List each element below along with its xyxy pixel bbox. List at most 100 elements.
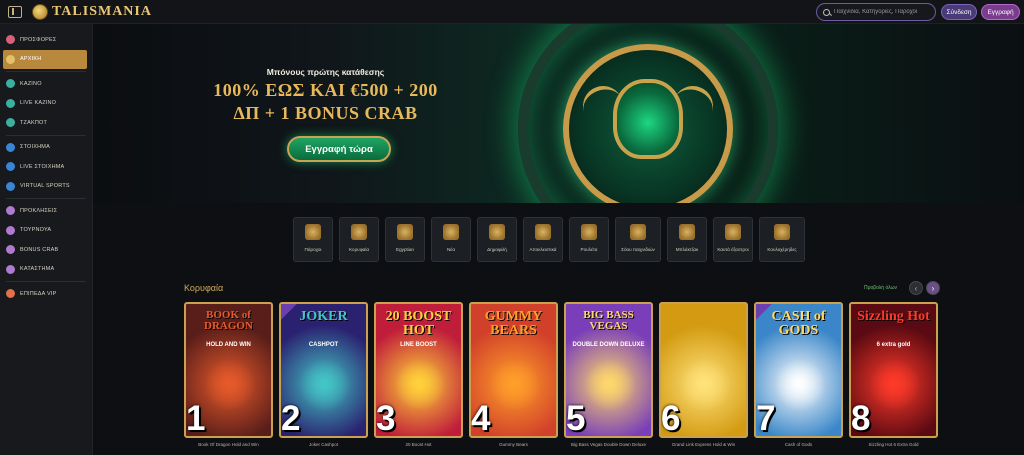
game-title[interactable]: Gummy Bears bbox=[469, 442, 558, 447]
game-title[interactable]: Cash of Gods bbox=[754, 442, 843, 447]
game-title[interactable]: Joker Cashpot bbox=[279, 442, 368, 447]
category-label: Δημοφιλή bbox=[487, 247, 507, 252]
game-title[interactable]: Sizzling Hot 6 Extra Gold bbox=[849, 442, 938, 447]
sidebar-item-label: ΕΠΙΠΕΔΑ VIP bbox=[20, 290, 57, 297]
sports-icon bbox=[6, 142, 15, 152]
rank-number: 8 bbox=[851, 399, 871, 438]
blackjack-icon bbox=[679, 224, 695, 240]
hero-title-line-2: ΔΠ + 1 BONUS CRAB bbox=[233, 103, 418, 123]
game-title[interactable]: Grand Link Express Hold & Win bbox=[659, 442, 748, 447]
sidebar-item[interactable]: ΠΡΟΚΛΗΣΕΙΣ bbox=[0, 201, 92, 221]
game-art-character bbox=[869, 359, 921, 411]
logo[interactable]: TALISMANIA bbox=[32, 3, 152, 20]
sidebar-item[interactable]: ΕΠΙΠΕΔΑ VIP bbox=[0, 284, 92, 304]
category-tile[interactable]: Νέα bbox=[431, 217, 471, 262]
game-thumbnail[interactable]: BOOK of DRAGON HOLD AND WIN 1 bbox=[184, 302, 273, 438]
hero-subtitle: Μπόνους πρώτης κατάθεσης bbox=[266, 67, 385, 77]
category-tile[interactable]: Egyptian bbox=[385, 217, 425, 262]
sidebar-item[interactable]: VIRTUAL SPORTS bbox=[0, 177, 92, 197]
sidebar-item[interactable]: ΑΡΧΙΚΗ bbox=[3, 49, 87, 69]
register-button[interactable]: Εγγραφή bbox=[981, 4, 1020, 20]
game-thumbnail[interactable]: GUMMY BEARS 4 bbox=[469, 302, 558, 438]
game-card[interactable]: CASH of GODS 7 Cash of Gods bbox=[754, 302, 843, 447]
game-title[interactable]: Book Of Dragon Hold and Win bbox=[184, 442, 273, 447]
category-label: Σόου παιχνιδιών bbox=[621, 247, 655, 252]
category-tile[interactable]: Δημοφιλή bbox=[477, 217, 517, 262]
sidebar-item[interactable]: ΤΟΥΡΝΟΥΑ bbox=[0, 221, 92, 241]
game-art-title: BIG BASS VEGAS bbox=[583, 309, 634, 332]
rank-number: 2 bbox=[281, 399, 301, 438]
search-icon bbox=[823, 8, 830, 16]
hero-banner[interactable]: Μπόνους πρώτης κατάθεσης 100% ΕΩΣ ΚΑΙ €5… bbox=[93, 24, 1024, 203]
sidebar-item[interactable]: BONUS CRAB bbox=[0, 240, 92, 260]
sidebar-item[interactable]: LIVE ΚΑΖΙΝΟ bbox=[0, 94, 92, 114]
sidebar-divider bbox=[6, 198, 86, 199]
category-label: Αποκλειστικά bbox=[529, 247, 557, 252]
sidebar-divider bbox=[6, 281, 86, 282]
game-thumbnail[interactable]: CASH of GODS 7 bbox=[754, 302, 843, 438]
game-card[interactable]: Sizzling Hot 6 extra gold 8 Sizzling Hot 6 … bbox=[849, 302, 938, 447]
sidebar-item[interactable]: ΚΑΤΑΣΤΗΜΑ bbox=[0, 260, 92, 280]
category-tile[interactable]: Μπλάκτζακ bbox=[667, 217, 707, 262]
game-card[interactable]: BIG BASS VEGAS DOUBLE DOWN DELUXE 5 Big Bas… bbox=[564, 302, 653, 447]
sidebar-item-label: LIVE ΚΑΖΙΝΟ bbox=[20, 100, 57, 107]
crab-icon bbox=[6, 245, 15, 255]
category-tile[interactable]: Πάροχοι bbox=[293, 217, 333, 262]
tournaments-icon bbox=[6, 225, 15, 235]
sidebar-item-label: BONUS CRAB bbox=[20, 246, 59, 253]
game-card[interactable]: 20 BOOST HOT LINE BOOST 3 20 Boost Hot bbox=[374, 302, 463, 447]
game-thumbnail[interactable]: BIG BASS VEGAS DOUBLE DOWN DELUXE 5 bbox=[564, 302, 653, 438]
sidebar-item[interactable]: ΤΖΑΚΠΟΤ bbox=[0, 113, 92, 133]
game-title[interactable]: 20 Boost Hot bbox=[374, 442, 463, 447]
sidebar-item[interactable]: ΣΤΟΙΧΗΜΑ bbox=[0, 138, 92, 158]
search-box[interactable] bbox=[816, 3, 936, 21]
game-thumbnail[interactable]: JOKER CASHPOT 2 bbox=[279, 302, 368, 438]
game-card[interactable]: GUMMY BEARS 4 Gummy Bears bbox=[469, 302, 558, 447]
search-input[interactable] bbox=[834, 9, 935, 15]
game-art-title: GUMMY BEARS bbox=[484, 309, 543, 338]
game-thumbnail[interactable]: 20 BOOST HOT LINE BOOST 3 bbox=[374, 302, 463, 438]
game-card[interactable]: JOKER CASHPOT 2 Joker Cashpot bbox=[279, 302, 368, 447]
game-art-subtitle: LINE BOOST bbox=[400, 342, 437, 348]
rank-number: 3 bbox=[376, 399, 396, 438]
sidebar-item-label: LIVE ΣΤΟΙΧΗΜΑ bbox=[20, 163, 65, 170]
game-thumbnail[interactable]: 6 bbox=[659, 302, 748, 438]
casino-icon bbox=[6, 79, 15, 89]
game-art-subtitle: 6 extra gold bbox=[876, 342, 911, 348]
game-thumbnail[interactable]: Sizzling Hot 6 extra gold 8 bbox=[849, 302, 938, 438]
category-tile[interactable]: Σόου παιχνιδιών bbox=[615, 217, 661, 262]
game-art-title: 20 BOOST HOT bbox=[385, 309, 452, 338]
game-card[interactable]: BOOK of DRAGON HOLD AND WIN 1 Book Of Drago… bbox=[184, 302, 273, 447]
sidebar-item[interactable]: LIVE ΣΤΟΙΧΗΜΑ bbox=[0, 157, 92, 177]
hero-register-button[interactable]: Εγγραφή τώρα bbox=[287, 136, 391, 162]
category-label: Κορυφαία bbox=[349, 247, 369, 252]
hot-icon bbox=[725, 224, 741, 240]
sidebar-item-label: ΣΤΟΙΧΗΜΑ bbox=[20, 144, 50, 151]
sidebar-item[interactable]: ΚΑΖΙΝΟ bbox=[0, 74, 92, 94]
top-icon bbox=[351, 224, 367, 240]
game-title[interactable]: Big Bass Vegas Double Down Deluxe bbox=[564, 442, 653, 447]
scarab-icon bbox=[613, 79, 683, 159]
login-button[interactable]: Σύνδεση bbox=[941, 4, 977, 20]
category-tile[interactable]: Κορυφαία bbox=[339, 217, 379, 262]
sidebar-divider bbox=[6, 134, 86, 136]
carousel-prev-button[interactable]: ‹ bbox=[909, 281, 923, 295]
game-art-character bbox=[774, 359, 826, 411]
sidebar-toggle-icon[interactable] bbox=[8, 5, 22, 18]
game-card[interactable]: 6 Grand Link Express Hold & Win bbox=[659, 302, 748, 447]
sidebar-item[interactable]: ΠΡΟΣΦΟΡΕΣ bbox=[0, 30, 92, 50]
category-label: Κουλοχέρηδες bbox=[767, 247, 797, 252]
sidebar-item-label: ΚΑΖΙΝΟ bbox=[20, 80, 42, 87]
shop-icon bbox=[6, 264, 15, 274]
slots-icon bbox=[774, 224, 790, 240]
category-tile[interactable]: Αποκλειστικά bbox=[523, 217, 563, 262]
view-all-link[interactable]: Προβολή όλων bbox=[864, 285, 897, 291]
category-tile[interactable]: Ρουλέτα bbox=[569, 217, 609, 262]
virtual-sports-icon bbox=[6, 181, 15, 191]
top-games-carousel: BOOK of DRAGON HOLD AND WIN 1 Book Of Drago… bbox=[184, 302, 938, 447]
category-tile[interactable]: Καυτά έξαστροι bbox=[713, 217, 753, 262]
live-sports-icon bbox=[6, 162, 15, 172]
category-tile[interactable]: Κουλοχέρηδες bbox=[759, 217, 805, 262]
carousel-next-button[interactable]: › bbox=[926, 281, 940, 295]
roulette-icon bbox=[581, 224, 597, 240]
